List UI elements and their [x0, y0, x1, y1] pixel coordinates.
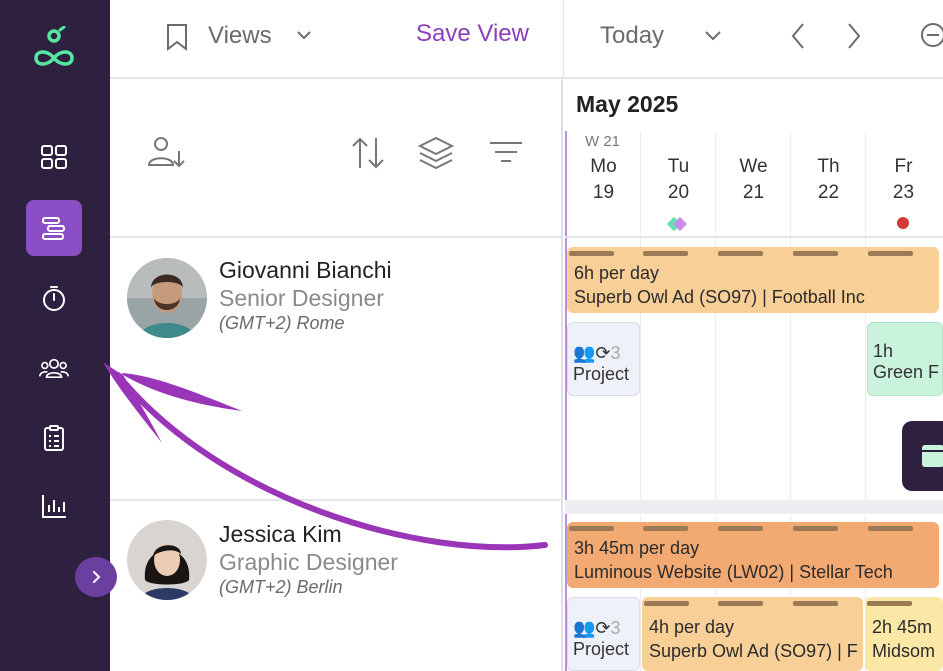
day-column[interactable] — [715, 131, 790, 671]
grid-icon — [41, 145, 67, 169]
toolbar-date-nav: Today — [563, 0, 943, 79]
assignment-bar[interactable]: 2h 45m Midsom — [865, 597, 943, 671]
assignment-hours: 3h 45m per day — [574, 538, 700, 558]
person-location: (GMT+2) Berlin — [219, 577, 343, 597]
task-hours: 1h — [873, 341, 894, 361]
person-location: (GMT+2) Rome — [219, 313, 345, 333]
assignment-project: Superb Owl Ad (SO97) | Football Inc — [574, 287, 865, 307]
day-name: Th — [817, 156, 840, 177]
day-column[interactable] — [640, 131, 715, 671]
next-icon[interactable] — [846, 22, 862, 50]
gantt-icon — [42, 217, 65, 240]
sidebar-item-dashboard[interactable] — [26, 129, 82, 185]
task-label: Project — [573, 364, 630, 384]
row-divider — [565, 500, 943, 514]
layers-icon[interactable] — [416, 133, 456, 173]
assignment-hours: 6h per day — [574, 263, 660, 283]
sidebar-item-timer[interactable] — [26, 270, 82, 326]
row-divider — [110, 236, 563, 238]
row-divider — [565, 236, 943, 238]
assignment-project: Luminous Website (LW02) | Stellar Tech — [574, 562, 893, 582]
views-dropdown[interactable]: Views — [208, 22, 272, 50]
day-number: 19 — [592, 182, 615, 203]
bookmark-icon[interactable] — [165, 22, 189, 52]
day-name: Fr — [894, 156, 913, 177]
day-column[interactable] — [790, 131, 865, 671]
task-count: 3 — [610, 618, 621, 638]
day-name: Tu — [667, 156, 690, 177]
day-column[interactable] — [565, 131, 640, 671]
people-icon: 👥 — [573, 618, 596, 638]
repeat-icon: ⟳ — [595, 343, 611, 363]
day-number: 21 — [742, 182, 765, 203]
sidebar-item-schedule[interactable] — [26, 200, 82, 256]
previous-icon[interactable] — [790, 22, 806, 50]
filter-icon[interactable] — [486, 133, 526, 173]
clipboard-icon — [44, 425, 64, 451]
app-logo-icon[interactable] — [30, 25, 78, 70]
day-name: Mo — [590, 156, 617, 177]
people-icon: 👥 — [573, 343, 596, 363]
assignment-project: Midsom — [872, 641, 936, 661]
person-name[interactable]: Giovanni Bianchi — [219, 257, 392, 284]
person-role: Graphic Designer — [219, 549, 398, 575]
task-label: Green F — [873, 362, 940, 382]
assignment-hours: 4h per day — [649, 617, 735, 637]
repeat-icon: ⟳ — [595, 618, 611, 638]
day-number: 23 — [892, 182, 915, 203]
sort-people-icon[interactable] — [146, 133, 186, 173]
task-card[interactable]: 👥⟳3 Project — [567, 322, 640, 396]
month-title: May 2025 — [576, 91, 679, 117]
row-divider — [110, 499, 563, 501]
people-icon — [39, 358, 69, 378]
assignment-project: Superb Owl Ad (SO97) | F — [649, 641, 858, 661]
people-panel: Giovanni Bianchi Senior Designer (GMT+2)… — [110, 79, 563, 671]
calendar-float-button[interactable] — [902, 421, 943, 491]
day-name: We — [739, 156, 768, 177]
task-card[interactable]: 1h Green F — [867, 322, 943, 396]
task-label: Project — [573, 639, 630, 659]
chevron-down-icon[interactable] — [704, 28, 722, 42]
stopwatch-icon — [43, 286, 65, 311]
person-name[interactable]: Jessica Kim — [219, 521, 342, 548]
sidebar — [0, 0, 117, 671]
today-button[interactable]: Today — [600, 22, 664, 50]
sidebar-item-tasks[interactable] — [26, 410, 82, 466]
person-role: Senior Designer — [219, 285, 384, 311]
assignment-bar[interactable]: 6h per day Superb Owl Ad (SO97) | Footba… — [567, 247, 939, 313]
holiday-dot-icon[interactable] — [897, 217, 909, 229]
avatar[interactable] — [127, 258, 207, 338]
bar-chart-icon — [42, 495, 66, 518]
task-card[interactable]: 👥⟳3 Project — [567, 597, 640, 671]
sort-icon[interactable] — [348, 133, 388, 173]
sidebar-item-people[interactable] — [26, 340, 82, 396]
avatar[interactable] — [127, 520, 207, 600]
task-count: 3 — [610, 343, 621, 363]
assignment-bar[interactable]: 3h 45m per day Luminous Website (LW02) |… — [567, 522, 939, 588]
today-marker — [565, 131, 567, 671]
schedule-calendar: May 2025 W 21 Mo 19 Tu 20 We 21 Th 22 Fr… — [565, 79, 943, 671]
save-view-button[interactable]: Save View — [416, 20, 529, 48]
day-number: 20 — [667, 182, 690, 203]
assignment-hours: 2h 45m — [872, 617, 933, 637]
sidebar-item-reports[interactable] — [26, 478, 82, 534]
toolbar-views: Views Save View — [110, 0, 563, 79]
chevron-down-icon[interactable] — [296, 28, 312, 42]
zoom-out-icon[interactable] — [918, 20, 943, 50]
calendar-icon — [922, 445, 943, 467]
day-number: 22 — [817, 182, 840, 203]
day-column[interactable] — [865, 131, 940, 671]
chevron-right-icon — [93, 571, 101, 583]
assignment-bar[interactable]: 4h per day Superb Owl Ad (SO97) | F — [642, 597, 863, 671]
